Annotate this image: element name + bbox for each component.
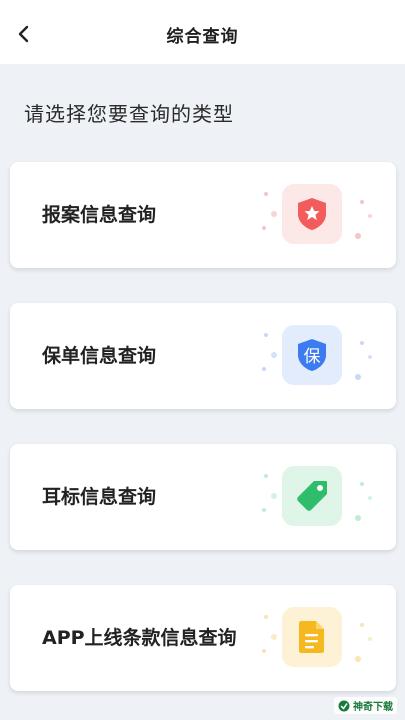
report-info-query-card[interactable]: 报案信息查询 (10, 162, 396, 268)
card-label: 耳标信息查询 (42, 486, 157, 508)
shield-bao-glyph: 保 (304, 347, 321, 367)
watermark-logo-icon (338, 700, 350, 711)
card-label: 报案信息查询 (42, 204, 157, 226)
watermark-text: 神奇下载 (353, 702, 393, 713)
query-type-prompt: 请选择您要查询的类型 (24, 102, 234, 126)
eartag-info-query-card[interactable]: 耳标信息查询 (10, 444, 396, 550)
card-label: 保单信息查询 (42, 345, 157, 367)
terms-icon-box (282, 607, 342, 667)
report-icon-box (282, 184, 342, 244)
shield-star-icon (298, 198, 326, 230)
tag-icon (297, 481, 327, 511)
policy-info-query-card[interactable]: 保单信息查询 保 (10, 303, 396, 409)
eartag-icon-box (282, 466, 342, 526)
app-terms-info-query-card[interactable]: APP上线条款信息查询 (10, 585, 396, 691)
document-icon (299, 621, 324, 653)
watermark: 神奇下载 (334, 697, 397, 714)
card-label: APP上线条款信息查询 (42, 627, 237, 649)
shield-bao-icon: 保 (298, 339, 326, 371)
policy-icon-box: 保 (282, 325, 342, 385)
page-title: 综合查询 (166, 27, 239, 47)
app-header: 综合查询 (0, 0, 405, 64)
